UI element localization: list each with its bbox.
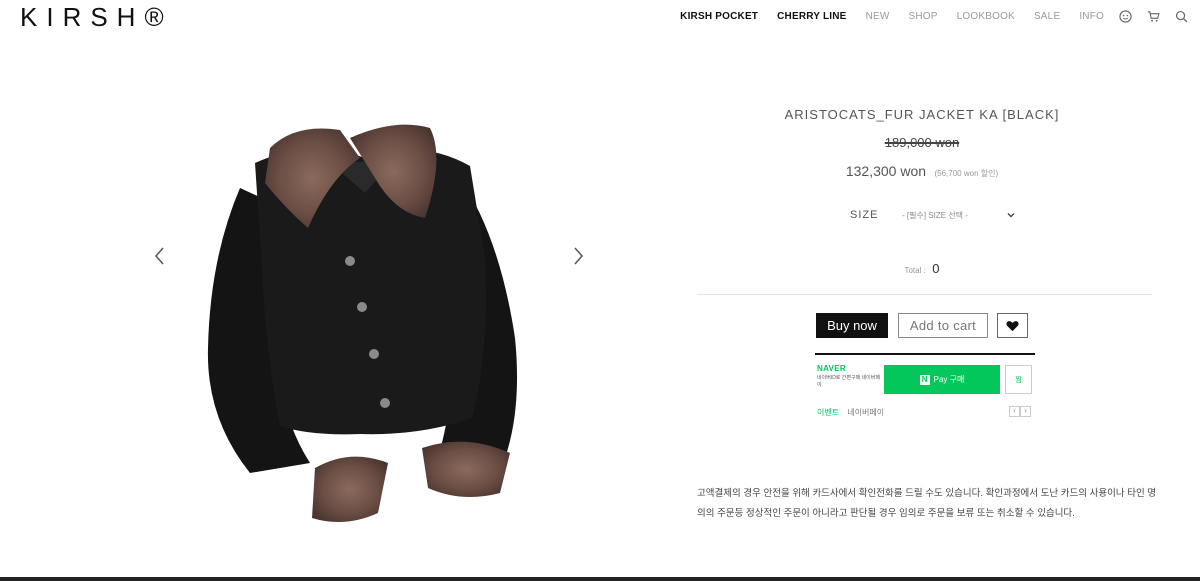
search-icon[interactable]: [1175, 10, 1188, 23]
original-price: 189,000 won: [884, 135, 960, 150]
naver-event-prev-button[interactable]: ‹: [1009, 406, 1020, 417]
nav-shop[interactable]: SHOP: [909, 11, 938, 22]
nav-kirsh-pocket[interactable]: KIRSH POCKET: [680, 11, 758, 22]
gallery-next-button[interactable]: [572, 246, 586, 266]
naver-event-next-button[interactable]: ›: [1020, 406, 1031, 417]
chevron-right-icon: [574, 247, 583, 265]
naver-event: 이벤트 네이버페이: [817, 407, 884, 418]
nav-lookbook[interactable]: LOOKBOOK: [957, 11, 1015, 22]
nav-new[interactable]: NEW: [866, 11, 890, 22]
user-icon[interactable]: [1119, 9, 1132, 23]
naver-pay-box: NAVER 네이버ID로 간편구매 네이버페이 N Pay 구매 찜: [815, 353, 1035, 396]
payment-notice: 고액결제의 경우 안전을 위해 카드사에서 확인전화를 드릴 수도 있습니다. …: [697, 488, 1157, 519]
naver-event-text[interactable]: 네이버페이: [847, 408, 884, 417]
naver-subtext: 네이버ID로 간편구매 네이버페이: [817, 375, 880, 388]
discount-amount: (56,700 won 할인): [934, 169, 999, 178]
sale-price: 132,300 won: [845, 163, 927, 179]
brand-logo[interactable]: KIRSH®: [20, 2, 173, 33]
naver-brand: NAVER: [817, 364, 846, 373]
size-select-value: - [필수] SIZE 선택 -: [902, 210, 968, 220]
sale-price-row: 132,300 won (56,700 won 할인): [697, 163, 1147, 181]
add-to-cart-button[interactable]: Add to cart: [898, 313, 988, 338]
naver-event-label[interactable]: 이벤트: [817, 408, 839, 417]
nav-sale[interactable]: SALE: [1034, 11, 1060, 22]
chevron-down-icon: [1007, 213, 1015, 218]
nav-info[interactable]: INFO: [1079, 11, 1104, 22]
naver-pay-label: Pay 구매: [933, 375, 965, 384]
chevron-left-icon: [155, 247, 164, 265]
buy-now-button[interactable]: Buy now: [816, 313, 888, 338]
cart-icon[interactable]: [1147, 10, 1160, 23]
naver-event-nav: ‹ ›: [1009, 406, 1031, 417]
total-row: Total : 0: [697, 260, 1147, 278]
gallery-prev-button[interactable]: [152, 246, 166, 266]
nav-cherry-line[interactable]: CHERRY LINE: [777, 11, 846, 22]
naver-wish-button[interactable]: 찜: [1005, 365, 1032, 394]
product-title: ARISTOCATS_FUR JACKET KA [BLACK]: [784, 107, 1060, 122]
size-label: SIZE: [850, 209, 879, 221]
total-value: 0: [932, 261, 940, 276]
naver-n-icon: N: [919, 374, 930, 385]
divider: [697, 294, 1152, 295]
size-select[interactable]: - [필수] SIZE 선택 -: [898, 205, 1016, 225]
product-image[interactable]: [200, 118, 530, 533]
wishlist-button[interactable]: [997, 313, 1028, 338]
footer-divider: [0, 577, 1200, 581]
heart-icon: [1006, 320, 1019, 331]
total-label: Total :: [904, 266, 926, 275]
naver-pay-button[interactable]: N Pay 구매: [884, 365, 1000, 394]
main-nav: KIRSH POCKET CHERRY LINE NEW SHOP LOOKBO…: [661, 8, 1188, 24]
